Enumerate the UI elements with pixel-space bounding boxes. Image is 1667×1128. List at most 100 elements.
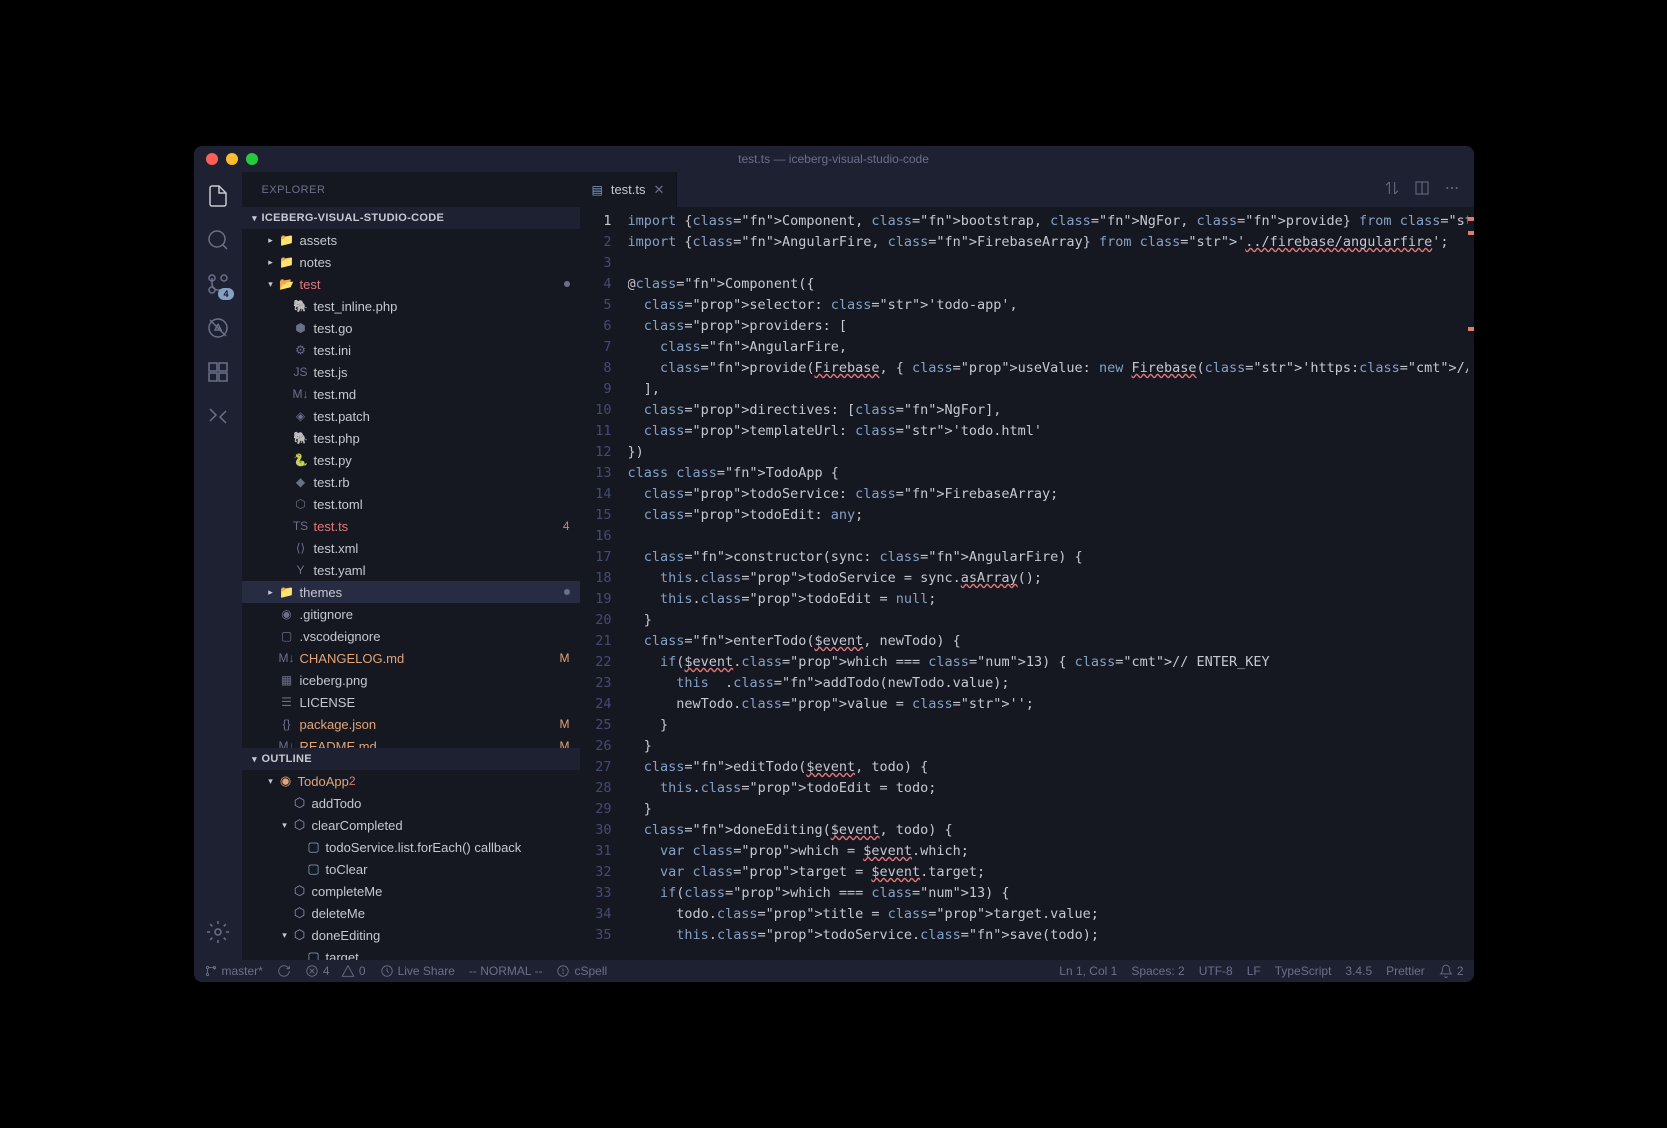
symbol-icon: ▢ — [306, 839, 322, 855]
symbol-icon: ⬡ — [292, 817, 308, 833]
tree-item[interactable]: {}package.jsonM — [242, 713, 580, 735]
symbol-icon: ⬡ — [292, 905, 308, 921]
tree-item[interactable]: ⟨⟩test.xml — [242, 537, 580, 559]
tree-item[interactable]: ⬡test.toml — [242, 493, 580, 515]
workbench-body: 4 EXPLORER ▾ICEBERG-VISUAL-STUDIO-CODE ▸… — [194, 172, 1474, 960]
outline-item[interactable]: ▢todoService.list.forEach() callback — [242, 836, 580, 858]
source-control-icon[interactable]: 4 — [204, 270, 232, 298]
tree-item[interactable]: 🐘test_inline.php — [242, 295, 580, 317]
indent-status[interactable]: Spaces: 2 — [1131, 964, 1184, 978]
tab-test-ts[interactable]: ▤ test.ts ✕ — [580, 172, 678, 207]
file-icon: M↓ — [292, 387, 310, 401]
minimap-overview[interactable] — [1468, 207, 1474, 960]
extensions-icon[interactable] — [204, 358, 232, 386]
tab-label: test.ts — [611, 182, 646, 197]
sidebar-title: EXPLORER — [242, 172, 580, 207]
outline-item[interactable]: ⬡deleteMe — [242, 902, 580, 924]
tree-item[interactable]: ◈test.patch — [242, 405, 580, 427]
outline-item[interactable]: ⬡completeMe — [242, 880, 580, 902]
symbol-icon: ⬡ — [292, 883, 308, 899]
cursor-position[interactable]: Ln 1, Col 1 — [1059, 964, 1117, 978]
sync-status[interactable] — [277, 964, 291, 978]
encoding-status[interactable]: UTF-8 — [1199, 964, 1233, 978]
file-icon: 📂 — [278, 277, 296, 291]
tree-item[interactable]: 🐘test.php — [242, 427, 580, 449]
tree-item[interactable]: Ytest.yaml — [242, 559, 580, 581]
tree-item[interactable]: M↓CHANGELOG.mdM — [242, 647, 580, 669]
more-actions-icon[interactable] — [1444, 180, 1460, 199]
debug-icon[interactable] — [204, 314, 232, 342]
file-icon: 🐍 — [292, 453, 310, 467]
tree-item[interactable]: ⬢test.go — [242, 317, 580, 339]
tree-item[interactable]: 🐍test.py — [242, 449, 580, 471]
file-icon: M↓ — [278, 739, 296, 748]
tree-item[interactable]: ▦iceberg.png — [242, 669, 580, 691]
file-icon: ◈ — [292, 409, 310, 423]
file-icon: TS — [292, 519, 310, 533]
minimap-error-marker — [1468, 231, 1474, 235]
tree-item[interactable]: ▢.vscodeignore — [242, 625, 580, 647]
tree-item[interactable]: ▸📁notes — [242, 251, 580, 273]
minimap-error-marker — [1468, 217, 1474, 221]
compare-icon[interactable] — [1384, 180, 1400, 199]
symbol-icon: ▢ — [306, 861, 322, 877]
file-icon: ▢ — [278, 629, 296, 643]
tree-item[interactable]: ☰LICENSE — [242, 691, 580, 713]
file-icon: {} — [278, 717, 296, 731]
file-icon: JS — [292, 365, 310, 379]
tree-item[interactable]: M↓README.mdM — [242, 735, 580, 748]
file-icon: ⬡ — [292, 497, 310, 511]
file-icon: 📁 — [278, 255, 296, 269]
file-icon: 📁 — [278, 233, 296, 247]
file-icon: ⟨⟩ — [292, 541, 310, 555]
file-icon: ☰ — [278, 695, 296, 709]
tree-item[interactable]: M↓test.md — [242, 383, 580, 405]
tree-item[interactable]: JStest.js — [242, 361, 580, 383]
tree-item[interactable]: ◉.gitignore — [242, 603, 580, 625]
search-icon[interactable] — [204, 226, 232, 254]
editor-area: ▤ test.ts ✕ 1234567891011121314151617181… — [580, 172, 1474, 960]
outline-item[interactable]: ▢target — [242, 946, 580, 960]
close-tab-icon[interactable]: ✕ — [654, 182, 665, 198]
file-icon: 🐘 — [292, 431, 310, 445]
cspell-status[interactable]: cSpell — [556, 964, 607, 978]
code-editor[interactable]: 1234567891011121314151617181920212223242… — [580, 207, 1474, 960]
outline-item[interactable]: ▾⬡clearCompleted — [242, 814, 580, 836]
tree-item[interactable]: ▾📂test — [242, 273, 580, 295]
tree-item[interactable]: ⚙test.ini — [242, 339, 580, 361]
tree-item[interactable]: ▸📁themes — [242, 581, 580, 603]
tree-item[interactable]: TStest.ts4 — [242, 515, 580, 537]
outline-item[interactable]: ▾◉TodoApp2 — [242, 770, 580, 792]
eol-status[interactable]: LF — [1247, 964, 1261, 978]
file-icon: ▦ — [278, 673, 296, 687]
file-icon: M↓ — [278, 651, 296, 665]
notifications-status[interactable]: 2 — [1439, 964, 1464, 978]
explorer-icon[interactable] — [204, 182, 232, 210]
settings-gear-icon[interactable] — [204, 918, 232, 946]
outline-item[interactable]: ▾⬡doneEditing — [242, 924, 580, 946]
problems-status[interactable]: 4 0 — [305, 964, 366, 978]
file-icon: ⬢ — [292, 321, 310, 335]
file-tree: ▸📁assets▸📁notes▾📂test🐘test_inline.php⬢te… — [242, 229, 580, 748]
status-bar: master* 4 0 Live Share -- NORMAL -- cSpe… — [194, 960, 1474, 982]
code-content: import {class="fn">Component, class="fn"… — [628, 207, 1468, 960]
window-title: test.ts — iceberg-visual-studio-code — [194, 152, 1474, 166]
ts-version-status[interactable]: 3.4.5 — [1345, 964, 1372, 978]
outline-item[interactable]: ▢toClear — [242, 858, 580, 880]
tree-item[interactable]: ▸📁assets — [242, 229, 580, 251]
liveshare-status[interactable]: Live Share — [380, 964, 455, 978]
language-status[interactable]: TypeScript — [1275, 964, 1332, 978]
scm-badge: 4 — [218, 288, 233, 300]
split-editor-icon[interactable] — [1414, 180, 1430, 199]
outline-item[interactable]: ⬡addTodo — [242, 792, 580, 814]
project-section-header[interactable]: ▾ICEBERG-VISUAL-STUDIO-CODE — [242, 207, 580, 229]
outline-section-header[interactable]: ▾OUTLINE — [242, 748, 580, 770]
activity-bar: 4 — [194, 172, 242, 960]
editor-actions — [1384, 172, 1474, 207]
titlebar: test.ts — iceberg-visual-studio-code — [194, 146, 1474, 172]
file-icon: ◉ — [278, 607, 296, 621]
tree-item[interactable]: ◆test.rb — [242, 471, 580, 493]
remote-icon[interactable] — [204, 402, 232, 430]
prettier-status[interactable]: Prettier — [1386, 964, 1425, 978]
branch-status[interactable]: master* — [204, 964, 263, 978]
